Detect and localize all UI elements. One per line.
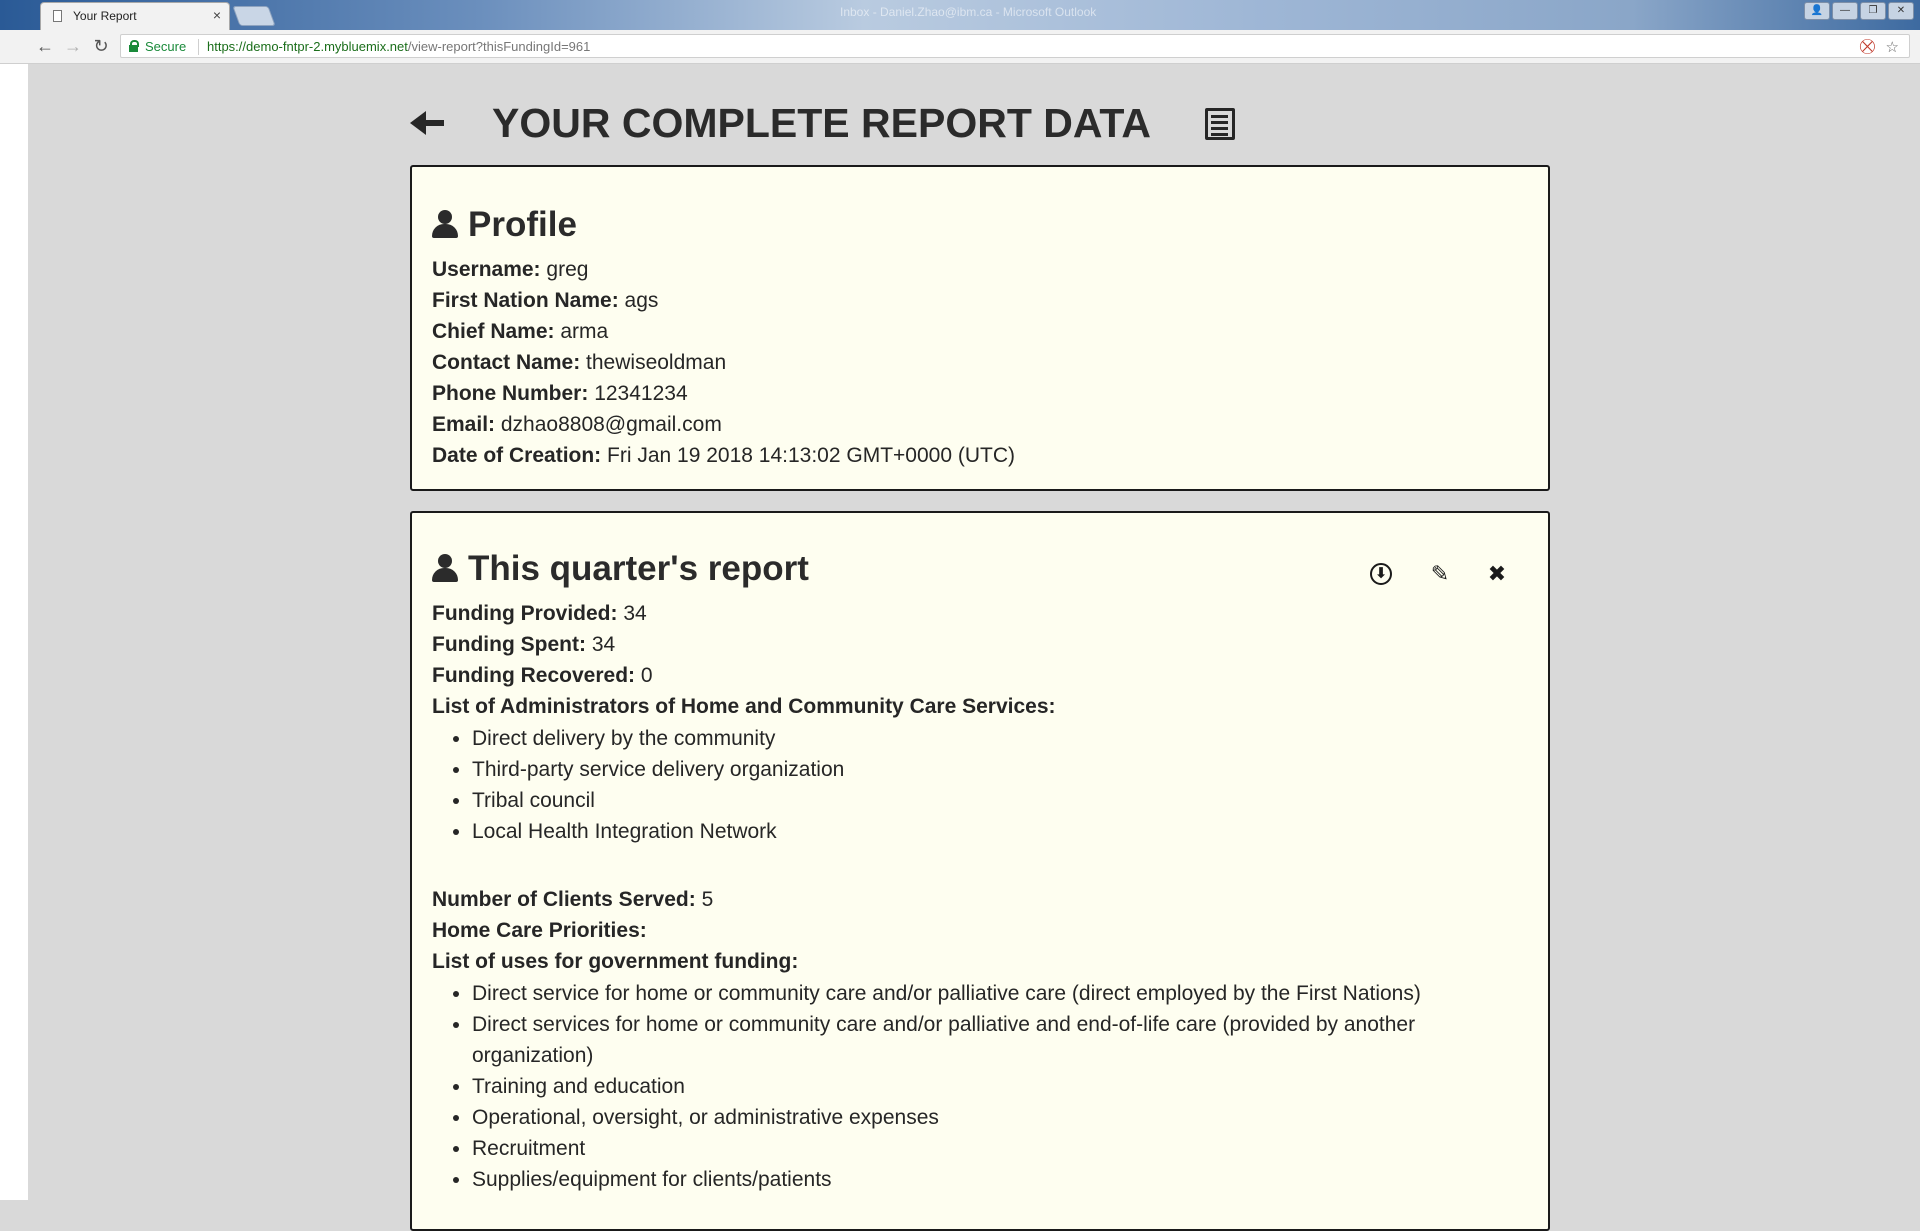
profile-heading: Profile [432, 205, 577, 245]
administrators-label: List of Administrators of Home and Commu… [432, 692, 1056, 722]
list-icon[interactable] [1205, 108, 1235, 140]
profile-window-button[interactable]: 👤 [1804, 2, 1830, 20]
funding-spent: Funding Spent: 34 [432, 630, 615, 660]
profile-contact-name: Contact Name: thewiseoldman [432, 348, 726, 378]
field-value: 34 [623, 602, 647, 625]
list-item: Third-party service delivery organizatio… [472, 754, 844, 785]
url-separator [198, 39, 199, 55]
field-value: 0 [640, 664, 653, 687]
delete-icon[interactable]: ✖ [1484, 561, 1510, 587]
quarter-report-card: This quarter's report ⬇ ✎ ✖ Funding Prov… [410, 511, 1550, 1231]
field-value: ags [624, 289, 659, 312]
profile-chief-name: Chief Name: arma [432, 317, 608, 347]
report-heading: This quarter's report [432, 549, 809, 589]
profile-heading-text: Profile [468, 205, 577, 244]
field-value: thewiseoldman [586, 351, 727, 374]
field-label: Number of Clients Served: [432, 888, 696, 911]
field-value: 12341234 [594, 382, 688, 405]
url-host: demo-fntpr-2.mybluemix.net [246, 39, 408, 54]
list-item: Supplies/equipment for clients/patients [472, 1164, 1532, 1195]
download-button[interactable]: ⬇ [1370, 563, 1396, 589]
reload-icon[interactable]: ↻ [90, 35, 112, 57]
download-icon: ⬇ [1370, 563, 1392, 585]
list-item: Direct delivery by the community [472, 723, 844, 754]
administrators-list: Direct delivery by the community Third-p… [432, 723, 844, 847]
field-label: List of uses for government funding: [432, 950, 799, 973]
list-item: Direct services for home or community ca… [472, 1009, 1532, 1071]
page-header: YOUR COMPLETE REPORT DATA [410, 92, 1550, 162]
field-value: Fri Jan 19 2018 14:13:02 GMT+0000 (UTC) [607, 444, 1015, 467]
field-value: arma [560, 320, 609, 343]
back-arrow-icon[interactable] [410, 108, 450, 138]
list-item: Operational, oversight, or administrativ… [472, 1102, 1532, 1133]
field-value: 34 [591, 633, 616, 656]
page-title: YOUR COMPLETE REPORT DATA [492, 100, 1152, 146]
field-value: greg [546, 258, 589, 281]
profile-first-nation: First Nation Name: ags [432, 286, 658, 316]
user-icon [432, 554, 458, 582]
field-label: Chief Name: [432, 320, 555, 343]
restore-button[interactable]: ❐ [1860, 2, 1886, 20]
field-label: Funding Recovered: [432, 664, 636, 687]
tab-close-icon[interactable]: × [213, 7, 221, 23]
field-label: Home Care Priorities: [432, 919, 647, 942]
clients-served: Number of Clients Served: 5 [432, 885, 713, 915]
url-path: /view-report?thisFundingId=961 [407, 39, 591, 54]
document-icon [53, 10, 62, 22]
list-item: Tribal council [472, 785, 844, 816]
url-scheme: https:// [207, 39, 247, 54]
field-label: Contact Name: [432, 351, 581, 374]
back-nav-icon[interactable]: ← [34, 35, 56, 57]
bookmark-star-icon[interactable]: ☆ [1886, 38, 1899, 56]
profile-email: Email: dzhao8808@gmail.com [432, 410, 722, 440]
url-text: https://demo-fntpr-2.mybluemix.net/view-… [207, 39, 590, 54]
tab-title: Your Report [73, 9, 137, 23]
field-label: Email: [432, 413, 496, 436]
uses-list: Direct service for home or community car… [432, 978, 1532, 1195]
browser-toolbar: ← → ↻ Secure https://demo-fntpr-2.myblue… [0, 30, 1920, 64]
home-care-priorities: Home Care Priorities: [432, 916, 647, 946]
window-controls: 👤 — ❐ ✕ [1804, 2, 1914, 20]
browser-tab-active[interactable]: Your Report × [40, 2, 230, 30]
profile-card: Profile Username: greg First Nation Name… [410, 165, 1550, 491]
list-item: Training and education [472, 1071, 1532, 1102]
profile-date-of-creation: Date of Creation: Fri Jan 19 2018 14:13:… [432, 441, 1015, 471]
profile-phone: Phone Number: 12341234 [432, 379, 688, 409]
list-item: Local Health Integration Network [472, 816, 844, 847]
list-item: Recruitment [472, 1133, 1532, 1164]
secure-label: Secure [145, 39, 187, 54]
close-window-button[interactable]: ✕ [1888, 2, 1914, 20]
browser-titlebar: Your Report × Inbox - Daniel.Zhao@ibm.ca… [0, 0, 1920, 30]
lock-icon [129, 40, 139, 52]
field-label: Funding Spent: [432, 633, 586, 656]
field-label: Date of Creation: [432, 444, 602, 467]
field-value: 5 [701, 888, 714, 911]
window-title: Inbox - Daniel.Zhao@ibm.ca - Microsoft O… [840, 5, 1097, 19]
field-value: dzhao8808@gmail.com [500, 413, 722, 436]
user-icon [432, 210, 458, 238]
funding-recovered: Funding Recovered: 0 [432, 661, 653, 691]
minimize-button[interactable]: — [1832, 2, 1858, 20]
profile-username: Username: greg [432, 255, 588, 285]
extension-icon[interactable]: ⛒ [1860, 38, 1875, 55]
funding-provided: Funding Provided: 34 [432, 599, 647, 629]
left-margin [0, 64, 28, 1200]
edit-icon[interactable]: ✎ [1427, 561, 1453, 587]
field-label: Funding Provided: [432, 602, 618, 625]
field-label: List of Administrators of Home and Commu… [432, 695, 1056, 718]
field-label: First Nation Name: [432, 289, 619, 312]
new-tab-button[interactable] [232, 6, 276, 26]
field-label: Username: [432, 258, 541, 281]
uses-label: List of uses for government funding: [432, 947, 798, 977]
list-item: Direct service for home or community car… [472, 978, 1532, 1009]
field-label: Phone Number: [432, 382, 589, 405]
report-heading-text: This quarter's report [468, 549, 809, 588]
address-bar[interactable]: Secure https://demo-fntpr-2.mybluemix.ne… [120, 34, 1910, 58]
forward-nav-icon[interactable]: → [62, 35, 84, 57]
